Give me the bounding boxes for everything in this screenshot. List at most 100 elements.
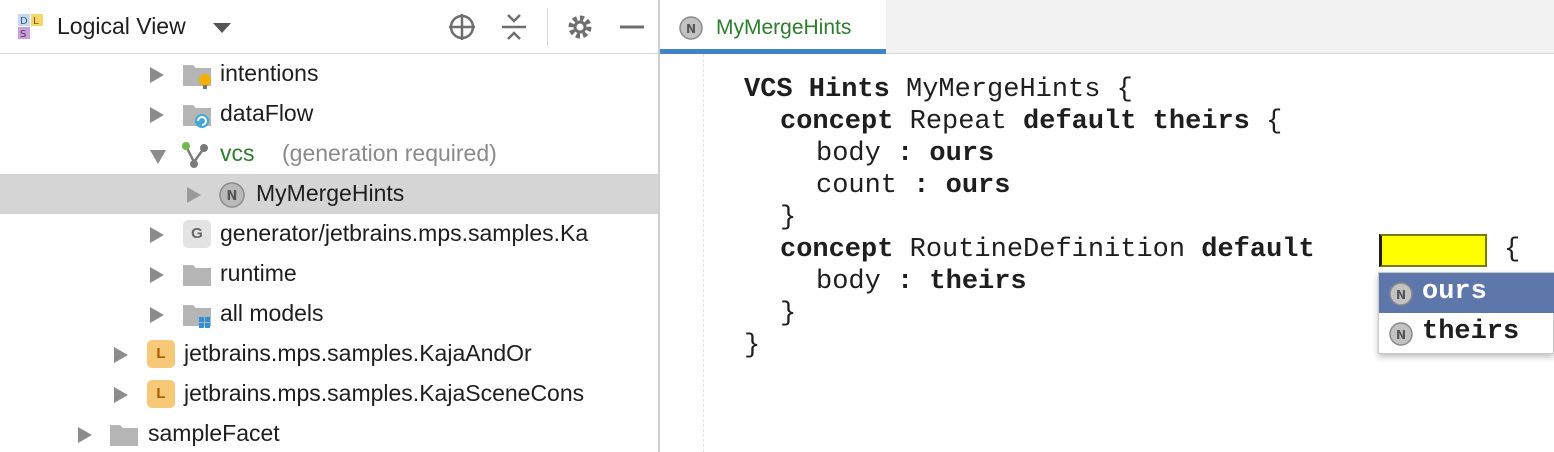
tree-item-intentions[interactable]: intentions xyxy=(0,54,658,94)
tree-item-label: generator/jetbrains.mps.samples.Ka xyxy=(220,220,589,246)
folder-dataflow-icon xyxy=(183,105,211,128)
tree-item-label: jetbrains.mps.samples.KajaAndOr xyxy=(184,340,532,366)
vcs-branch-icon xyxy=(182,142,208,168)
completion-item-ours[interactable]: N ours xyxy=(1379,273,1554,313)
dsl-logo-icon: D L S xyxy=(18,14,43,40)
locate-icon[interactable] xyxy=(447,12,477,42)
completion-item-label: ours xyxy=(1422,277,1487,307)
svg-text:N: N xyxy=(1396,288,1406,302)
svg-text:N: N xyxy=(227,189,238,204)
code-text: } xyxy=(780,203,797,233)
tree-item-label: jetbrains.mps.samples.KajaSceneCons xyxy=(184,380,585,406)
expand-arrow-icon[interactable] xyxy=(114,387,128,403)
tab-mymergehints[interactable]: N MyMergeHints xyxy=(660,0,886,54)
code-text: { xyxy=(1249,107,1283,137)
tree-item-mymergehints[interactable]: N MyMergeHints xyxy=(0,174,658,214)
code-line-8: } xyxy=(780,298,796,330)
code-text: body xyxy=(816,139,898,169)
node-n-icon: N xyxy=(219,182,245,208)
expand-arrow-icon[interactable] xyxy=(150,227,164,243)
expand-arrow-icon[interactable] xyxy=(114,347,128,363)
tree-item-label: sampleFacet xyxy=(148,420,280,446)
tree-item-label: vcs xyxy=(220,140,255,166)
empty-cell-input[interactable] xyxy=(1379,234,1487,267)
collapse-all-icon[interactable] xyxy=(499,12,529,42)
code-keyword: : ours xyxy=(897,139,995,169)
code-keyword: VCS Hints xyxy=(744,75,890,105)
code-keyword: concept xyxy=(780,107,894,137)
node-n-icon: N xyxy=(1389,322,1413,346)
code-line-1: VCS Hints MyMergeHints { xyxy=(744,74,1133,106)
code-line-5: } xyxy=(780,202,796,234)
code-line-6-brace: { xyxy=(1504,234,1520,266)
folder-icon xyxy=(110,425,138,446)
tab-label: MyMergeHints xyxy=(716,16,852,39)
code-line-4: count : ours xyxy=(816,170,1010,202)
tree-item-generator[interactable]: G generator/jetbrains.mps.samples.Ka xyxy=(0,214,658,254)
code-line-9: } xyxy=(744,330,760,362)
language-l-icon: L xyxy=(147,380,175,408)
tree-item-label: runtime xyxy=(220,260,297,286)
project-tool-window: D L S Logical View intentions dataFlow v… xyxy=(0,0,658,452)
code-keyword: default theirs xyxy=(1023,107,1250,137)
editor-gutter[interactable] xyxy=(660,54,704,452)
collapse-arrow-icon[interactable] xyxy=(150,150,166,164)
code-text: body xyxy=(816,267,898,297)
chevron-down-icon[interactable] xyxy=(213,23,231,33)
editor-tab-bar: N MyMergeHints xyxy=(660,0,1554,54)
tree-item-kajascenecons[interactable]: L jetbrains.mps.samples.KajaSceneCons xyxy=(0,374,658,414)
expand-arrow-icon[interactable] xyxy=(78,427,92,443)
tree-item-label: MyMergeHints xyxy=(256,180,405,206)
tree-item-runtime[interactable]: runtime xyxy=(0,254,658,294)
svg-text:L: L xyxy=(33,16,39,27)
node-n-icon: N xyxy=(1389,282,1413,306)
folder-bulb-icon xyxy=(183,65,211,89)
tree-item-dataflow[interactable]: dataFlow xyxy=(0,94,658,134)
completion-popup: N ours N theirs xyxy=(1378,272,1554,354)
toolbar-separator xyxy=(547,8,548,46)
tree-item-samplefacet[interactable]: sampleFacet xyxy=(0,414,658,452)
code-keyword: concept xyxy=(780,235,894,265)
expand-arrow-icon[interactable] xyxy=(150,267,164,283)
code-text: { xyxy=(1504,235,1521,265)
code-text: RoutineDefinition xyxy=(893,235,1202,265)
completion-item-theirs[interactable]: N theirs xyxy=(1379,313,1554,353)
expand-arrow-icon[interactable] xyxy=(150,307,164,323)
project-view-header: D L S Logical View xyxy=(0,0,658,54)
code-line-7: body : theirs xyxy=(816,266,1027,298)
code-line-2: concept Repeat default theirs { xyxy=(780,106,1282,138)
code-keyword: default xyxy=(1201,235,1315,265)
code-text: Repeat xyxy=(893,107,1024,137)
tree-item-label: intentions xyxy=(220,60,319,86)
gear-icon[interactable] xyxy=(565,12,595,42)
minimize-icon[interactable] xyxy=(617,12,647,42)
generator-g-icon: G xyxy=(183,220,211,248)
tree-item-all-models[interactable]: all models xyxy=(0,294,658,334)
expand-arrow-icon[interactable] xyxy=(150,107,164,123)
completion-item-label: theirs xyxy=(1422,317,1520,347)
tree-item-vcs[interactable]: vcs (generation required) xyxy=(0,134,658,174)
code-text: } xyxy=(780,299,797,329)
expand-arrow-icon[interactable] xyxy=(187,187,201,203)
code-keyword: : ours xyxy=(913,171,1011,201)
node-n-icon: N xyxy=(679,16,703,40)
svg-text:N: N xyxy=(1396,328,1406,342)
svg-text:D: D xyxy=(20,16,28,27)
language-l-icon: L xyxy=(147,340,175,368)
svg-text:N: N xyxy=(686,22,696,36)
expand-arrow-icon[interactable] xyxy=(150,67,164,83)
code-line-6: concept RoutineDefinition default xyxy=(780,234,1315,266)
code-text: count xyxy=(816,171,914,201)
folder-models-icon xyxy=(183,305,211,328)
project-tree: intentions dataFlow vcs (generation requ… xyxy=(0,54,658,452)
tree-item-kajaandor[interactable]: L jetbrains.mps.samples.KajaAndOr xyxy=(0,334,658,374)
code-text: } xyxy=(744,331,761,361)
editor-area: N MyMergeHints VCS Hints MyMergeHints { … xyxy=(660,0,1554,452)
code-text: MyMergeHints { xyxy=(889,75,1133,105)
svg-text:S: S xyxy=(20,29,26,40)
tree-item-label: all models xyxy=(220,300,324,326)
code-keyword: : theirs xyxy=(897,267,1027,297)
folder-icon xyxy=(183,265,211,286)
generation-required-hint: (generation required) xyxy=(282,140,497,166)
view-title[interactable]: Logical View xyxy=(57,13,186,40)
